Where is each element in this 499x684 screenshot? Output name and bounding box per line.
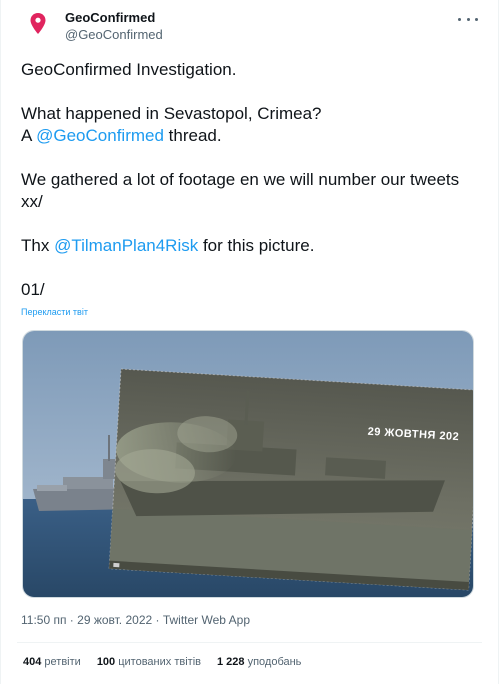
tweet-line: We gathered a lot of footage en we will …: [21, 170, 460, 211]
media-photo: 29 ЖОВТНЯ 202: [23, 331, 473, 597]
tweet-text-fragment: A: [21, 126, 37, 145]
likes-label: уподобань: [247, 656, 302, 668]
tweet-card: GeoConfirmed @GeoConfirmed GeoConfirmed …: [0, 0, 499, 684]
timestamp-separator: ·: [66, 613, 78, 627]
retweets-label: ретвіти: [44, 656, 81, 668]
tweet-text-fragment: Thx: [21, 236, 55, 255]
tweet-source[interactable]: Twitter Web App: [163, 613, 250, 627]
tweet-text-fragment: for this picture.: [198, 236, 315, 255]
quotes-count: 100: [96, 656, 116, 668]
translate-link[interactable]: Перекласти твіт: [21, 307, 88, 317]
tweet-stats: 404 ретвіти 100 цитованих твітів 1 228 у…: [23, 656, 301, 668]
likes-count: 1 228: [216, 656, 245, 668]
tweet-text-fragment: thread.: [163, 126, 222, 145]
author-handle[interactable]: @GeoConfirmed: [65, 26, 163, 43]
more-icon[interactable]: [458, 12, 478, 26]
tweet-media-image[interactable]: 29 ЖОВТНЯ 202: [22, 330, 474, 598]
mention-link[interactable]: @TilmanPlan4Risk: [54, 236, 198, 255]
avatar[interactable]: [17, 8, 65, 44]
tweet-header: GeoConfirmed @GeoConfirmed: [17, 8, 484, 44]
tweet-timestamp: 11:50 пп · 29 жовт. 2022 · Twitter Web A…: [21, 613, 250, 627]
map-pin-icon: [30, 13, 46, 34]
quotes-label: цитованих твітів: [118, 656, 201, 668]
tweet-line: 01/: [21, 280, 45, 299]
likes-stat[interactable]: 1 228 уподобань: [217, 656, 301, 668]
timestamp-separator: ·: [152, 613, 163, 627]
retweets-count: 404: [23, 656, 42, 668]
retweets-stat[interactable]: 404 ретвіти: [23, 656, 81, 668]
tweet-line: What happened in Sevastopol, Crimea?: [21, 104, 322, 123]
author-display-name[interactable]: GeoConfirmed: [65, 9, 163, 26]
tweet-line: Thx @TilmanPlan4Risk for this picture.: [21, 235, 481, 257]
timestamp-date[interactable]: 29 жовт. 2022: [77, 613, 152, 627]
timestamp-time[interactable]: 11:50 пп: [21, 613, 66, 627]
quotes-stat[interactable]: 100 цитованих твітів: [97, 656, 201, 668]
divider: [17, 642, 482, 643]
tweet-line: GeoConfirmed Investigation.: [21, 60, 237, 79]
author-names: GeoConfirmed @GeoConfirmed: [65, 9, 163, 43]
tweet-line: A @GeoConfirmed thread.: [21, 125, 481, 147]
mention-link[interactable]: @GeoConfirmed: [36, 126, 164, 145]
tweet-text: GeoConfirmed Investigation. What happene…: [21, 59, 481, 301]
